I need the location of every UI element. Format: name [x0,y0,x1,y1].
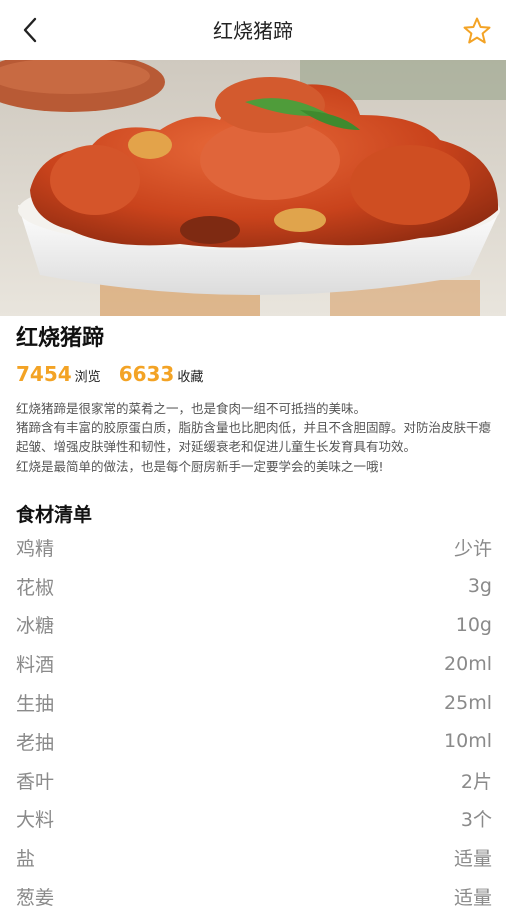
ingredient-row: 盐 适量 [16,838,492,877]
ingredient-amount: 10ml [444,730,492,753]
ingredient-row: 生抽 25ml [16,683,492,722]
ingredient-row: 香叶 2片 [16,761,492,800]
recipe-photo [0,60,506,316]
ingredient-name: 鸡精 [16,537,55,560]
ingredient-name: 大料 [16,809,55,832]
ingredient-name: 老抽 [16,731,55,754]
favorites-label: 收藏 [177,370,204,385]
ingredient-row: 料酒 20ml [16,644,492,683]
description-paragraph: 猪蹄含有丰富的胶原蛋白质，脂肪含量也比肥肉低，并且不含胆固醇。对防治皮肤干瘪起皱… [16,420,492,455]
ingredient-amount: 2片 [460,770,492,793]
ingredients-title: 食材清单 [16,504,93,526]
star-outline-icon [463,17,491,44]
ingredient-name: 香叶 [16,770,55,793]
ingredient-list: 鸡精 少许 花椒 3g 冰糖 10g 料酒 20ml 生抽 25ml 老抽 10… [16,528,492,916]
recipe-description: 红烧猪蹄是很家常的菜肴之一，也是食肉一组不可抵挡的美味。 猪蹄含有丰富的胶原蛋白… [16,399,492,476]
ingredient-row: 鸡精 少许 [16,528,492,567]
ingredient-name: 盐 [16,848,36,871]
ingredient-name: 葱姜 [16,887,55,910]
ingredient-amount: 10g [455,613,492,636]
ingredient-row: 冰糖 10g [16,606,492,645]
views-label: 浏览 [74,370,101,385]
ingredient-row: 大料 3个 [16,800,492,839]
ingredient-amount: 少许 [453,537,492,560]
ingredient-name: 冰糖 [16,615,55,638]
ingredient-name: 料酒 [16,654,55,677]
top-bar: 红烧猪蹄 [0,0,506,60]
favorite-button[interactable] [462,16,492,46]
description-paragraph: 红烧是最简单的做法，也是每个厨房新手一定要学会的美味之一哦! [16,458,384,474]
ingredient-amount: 25ml [444,691,492,714]
views-count: 7454 [16,362,72,386]
ingredient-name: 生抽 [16,693,55,716]
recipe-stats: 7454 浏览 6633 收藏 [16,362,221,392]
ingredient-row: 花椒 3g [16,567,492,606]
ingredient-name: 花椒 [16,576,55,599]
ingredient-amount: 3个 [460,809,492,832]
description-paragraph: 红烧猪蹄是很家常的菜肴之一，也是食肉一组不可抵挡的美味。 [16,401,367,416]
ingredient-amount: 3g [467,575,492,598]
ingredient-row: 葱姜 适量 [16,877,492,916]
page-title: 红烧猪蹄 [213,19,293,43]
recipe-name: 红烧猪蹄 [16,326,105,351]
ingredient-amount: 适量 [453,887,492,910]
ingredient-amount: 20ml [444,652,492,675]
favorites-count: 6633 [118,362,175,386]
ingredient-row: 老抽 10ml [16,722,492,761]
ingredient-amount: 适量 [453,848,492,871]
